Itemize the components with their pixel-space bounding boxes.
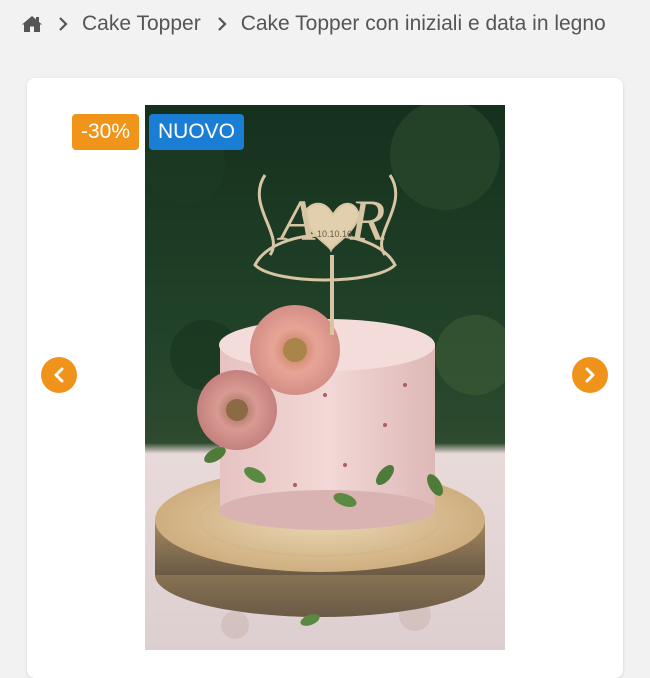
topper-initial-right: R — [349, 188, 385, 253]
discount-badge: -30% — [72, 114, 140, 150]
product-image[interactable]: A R 10.10.16 — [145, 105, 505, 650]
chevron-right-icon — [585, 367, 595, 383]
breadcrumb-home[interactable] — [22, 15, 42, 33]
topper-date: 10.10.16 — [317, 229, 352, 239]
breadcrumb-item-cake-topper[interactable]: Cake Topper — [82, 12, 201, 36]
topper-initial-left: A — [276, 188, 316, 253]
new-badge: NUOVO — [149, 114, 245, 150]
chevron-right-icon — [58, 17, 68, 31]
cake-photo: A R 10.10.16 — [145, 105, 505, 650]
product-gallery-card: A R 10.10.16 -30% NUOVO — [27, 78, 623, 678]
home-icon — [22, 16, 42, 32]
chevron-right-icon — [217, 17, 227, 31]
carousel-prev-button[interactable] — [41, 357, 77, 393]
carousel-next-button[interactable] — [572, 357, 608, 393]
breadcrumb-current-page: Cake Topper con iniziali e data in legno — [240, 12, 606, 35]
chevron-left-icon — [54, 367, 64, 383]
breadcrumb: Cake Topper Cake Topper con iniziali e d… — [0, 0, 650, 48]
